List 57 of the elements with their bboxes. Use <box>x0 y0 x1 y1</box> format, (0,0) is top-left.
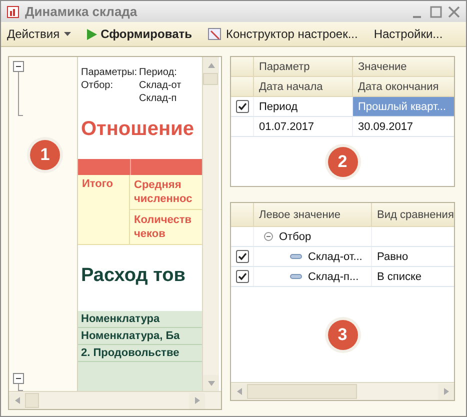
tree-item[interactable]: Склад-п... <box>308 270 359 282</box>
checkbox[interactable] <box>236 270 248 283</box>
collapse-icon[interactable] <box>264 232 273 241</box>
number-badge: 3 <box>328 320 358 350</box>
scroll-right-arrow-icon[interactable] <box>192 396 202 405</box>
scroll-up-arrow-icon[interactable] <box>206 60 216 70</box>
horizontal-scrollbar[interactable] <box>231 382 454 400</box>
tree-item[interactable]: Отбор <box>279 230 312 242</box>
column-header: Левое значение <box>253 203 371 226</box>
scroll-down-arrow-icon[interactable] <box>206 378 216 388</box>
report-title: Отношение <box>80 117 195 142</box>
checkbox[interactable] <box>236 250 248 263</box>
table-cell: Итого <box>78 175 130 244</box>
scroll-left-arrow-icon[interactable] <box>234 387 244 396</box>
column-header: Значение <box>352 57 454 76</box>
table-cell: 01.07.2017 <box>253 117 352 136</box>
generate-button[interactable]: Сформировать <box>84 27 194 41</box>
designer-button[interactable]: Конструктор настроек... <box>206 27 360 41</box>
scroll-right-arrow-icon[interactable] <box>442 387 450 396</box>
actions-menu[interactable]: Действия <box>5 27 73 41</box>
horizontal-scrollbar[interactable] <box>9 391 221 409</box>
table-cell-text: Количеств чеков <box>133 213 193 242</box>
window-title: Динамика склада <box>25 4 138 19</box>
params-label: Параметры: <box>81 67 138 78</box>
section-title: Расход тов <box>80 264 186 288</box>
close-icon[interactable] <box>448 6 460 18</box>
scroll-thumb[interactable] <box>25 392 39 408</box>
number-badge: 2 <box>328 146 358 176</box>
column-header: Параметр <box>253 57 352 76</box>
table-cell: Номенклатура, Ба <box>78 328 202 345</box>
scroll-thumb[interactable] <box>247 384 357 398</box>
column-header: Дата начала <box>253 77 352 96</box>
table-cell: Номенклатура <box>78 311 202 328</box>
maximize-icon[interactable] <box>430 6 442 18</box>
outline-collapse-icon[interactable] <box>13 373 25 391</box>
play-icon <box>86 28 97 40</box>
settings-button[interactable]: Настройки... <box>372 27 445 41</box>
checkbox[interactable] <box>236 100 248 113</box>
tree-item[interactable]: Склад-от... <box>308 250 362 262</box>
number-badge: 1 <box>30 140 60 170</box>
condition-icon <box>290 254 302 259</box>
table-cell: 2. Продовольстве <box>78 345 202 362</box>
table-cell: 30.09.2017 <box>352 117 454 136</box>
period-label: Период: <box>139 67 178 78</box>
column-header: Вид сравнения <box>371 203 454 226</box>
scroll-thumb[interactable] <box>203 73 218 85</box>
filter-label: Отбор: <box>81 80 114 91</box>
column-header: Дата окончания <box>352 77 454 96</box>
table-cell: В списке <box>371 267 454 286</box>
scroll-left-arrow-icon[interactable] <box>12 396 22 405</box>
vertical-scrollbar[interactable] <box>202 57 219 391</box>
chart-icon <box>7 6 19 18</box>
caret-icon <box>64 32 71 36</box>
table-cell: Равно <box>371 247 454 266</box>
filter-value: Склад-п <box>139 93 178 104</box>
filter-value: Склад-от <box>139 80 182 91</box>
condition-icon <box>290 274 302 279</box>
